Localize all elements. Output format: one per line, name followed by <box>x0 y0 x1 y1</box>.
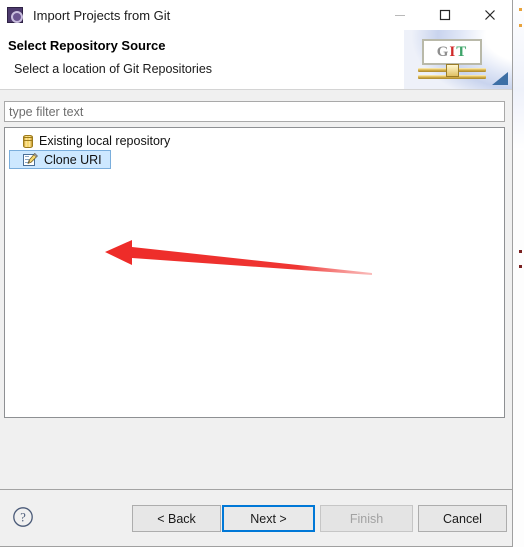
git-knob <box>446 64 459 77</box>
page-title: Select Repository Source <box>8 38 166 53</box>
background-marker <box>519 265 522 268</box>
wizard-content: Existing local repository Clone URI <box>0 90 512 490</box>
background-marker <box>519 24 522 27</box>
help-icon[interactable]: ? <box>12 506 34 528</box>
svg-text:?: ? <box>20 510 26 524</box>
repository-cylinder-icon <box>23 134 33 148</box>
banner-corner-triangle <box>492 72 508 85</box>
maximize-icon[interactable] <box>422 0 467 30</box>
background-window-strip <box>512 0 524 547</box>
repository-source-tree[interactable]: Existing local repository Clone URI <box>4 127 505 418</box>
background-marker <box>519 250 522 253</box>
cancel-button[interactable]: Cancel <box>418 505 507 532</box>
next-button[interactable]: Next > <box>222 505 315 532</box>
git-banner-image: GIT <box>404 30 512 89</box>
clone-uri-page-pencil-icon <box>23 152 38 167</box>
wizard-header: Select Repository Source Select a locati… <box>0 30 512 90</box>
git-letter-t: T <box>456 43 468 60</box>
minimize-icon[interactable] <box>377 0 422 30</box>
page-subtitle: Select a location of Git Repositories <box>14 62 213 76</box>
tree-item-label: Clone URI <box>44 152 102 167</box>
finish-button: Finish <box>320 505 413 532</box>
git-letter-g: G <box>436 43 450 60</box>
import-projects-dialog: Import Projects from Git Select Reposito… <box>0 0 513 547</box>
eclipse-gear-icon <box>7 7 23 23</box>
git-letter-i: I <box>449 43 457 60</box>
dialog-footer: ? < Back Next > Finish Cancel <box>0 489 512 546</box>
background-gradient <box>513 0 524 150</box>
background-marker <box>519 8 522 11</box>
close-icon[interactable] <box>467 0 512 30</box>
tree-item-existing-local-repository[interactable]: Existing local repository <box>5 132 504 150</box>
back-button[interactable]: < Back <box>132 505 221 532</box>
title-bar: Import Projects from Git <box>0 0 512 30</box>
tree-item-label: Existing local repository <box>39 134 171 148</box>
git-logo-plaque: GIT <box>422 39 482 65</box>
window-title: Import Projects from Git <box>33 7 171 23</box>
pencil-shape <box>27 152 38 164</box>
window-controls <box>377 0 512 30</box>
tree-item-clone-uri[interactable]: Clone URI <box>9 150 111 169</box>
filter-input[interactable] <box>4 101 505 122</box>
